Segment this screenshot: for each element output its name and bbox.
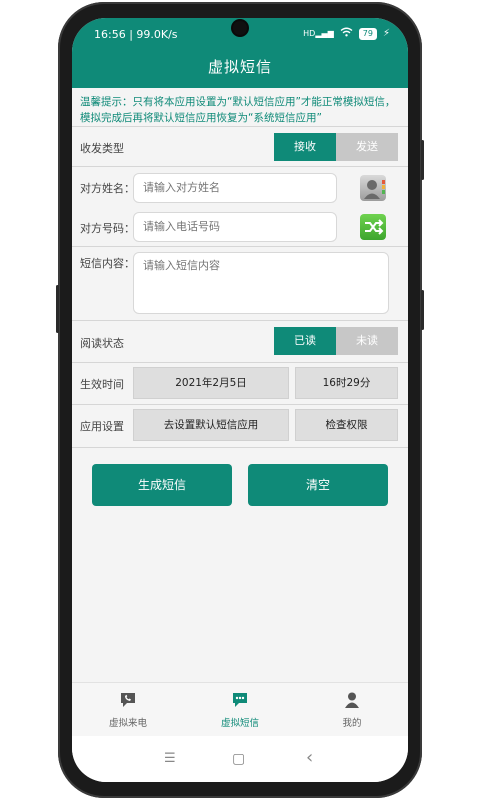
- battery-icon: 79: [358, 27, 377, 40]
- tab-virtual-call[interactable]: 虚拟来电: [88, 691, 168, 729]
- chat-phone-icon: [88, 691, 168, 712]
- settings-label: 应用设置: [80, 420, 124, 433]
- send-toggle[interactable]: 发送: [336, 133, 398, 161]
- volume-button: [421, 140, 424, 180]
- generate-sms-button[interactable]: 生成短信: [92, 464, 232, 506]
- direction-label: 收发类型: [80, 142, 124, 155]
- unread-toggle[interactable]: 未读: [336, 327, 398, 355]
- wifi-icon: [340, 27, 353, 40]
- bottom-navigation: 虚拟来电 虚拟短信 我的: [72, 682, 408, 737]
- settings-row: 应用设置 去设置默认短信应用 检查权限: [72, 404, 408, 448]
- phone-screen: 16:56 | 99.0K/s HD▂▄▆ 79 ⚡ 虚拟短信 温馨提示：只有将…: [72, 18, 408, 782]
- content-label: 短信内容：: [80, 257, 135, 270]
- charging-icon: ⚡: [382, 28, 390, 39]
- message-icon: [200, 691, 280, 712]
- receive-toggle[interactable]: 接收: [274, 133, 336, 161]
- set-default-sms-button[interactable]: 去设置默认短信应用: [133, 409, 289, 441]
- check-permission-button[interactable]: 检查权限: [295, 409, 398, 441]
- tab-label: 虚拟短信: [220, 718, 259, 729]
- clear-button[interactable]: 清空: [248, 464, 388, 506]
- tip-text: 温馨提示：只有将本应用设置为“默认短信应用”才能正常模拟短信，模拟完成后再将默认…: [80, 96, 396, 124]
- front-camera: [233, 21, 247, 35]
- status-time: 16:56 | 99.0K/s: [94, 28, 178, 41]
- phone-label: 对方号码：: [80, 222, 135, 235]
- time-button[interactable]: 16时29分: [295, 367, 398, 399]
- content-row: 短信内容：: [72, 246, 408, 319]
- tab-virtual-sms[interactable]: 虚拟短信: [200, 691, 280, 729]
- side-key: [56, 285, 59, 333]
- phone-input[interactable]: [133, 212, 337, 242]
- system-navigation-bar: ☰ ▢ ‹: [72, 736, 408, 782]
- back-icon[interactable]: ‹: [306, 747, 313, 768]
- menu-icon[interactable]: ☰: [164, 751, 176, 766]
- shuffle-icon[interactable]: [360, 214, 386, 240]
- home-icon[interactable]: ▢: [232, 751, 245, 767]
- signal-icon: HD▂▄▆: [303, 29, 334, 38]
- tab-label: 我的: [342, 718, 362, 729]
- read-status-row: 阅读状态 已读 未读: [72, 320, 408, 361]
- tab-mine[interactable]: 我的: [312, 691, 392, 729]
- person-icon: [312, 691, 392, 712]
- status-bar: 16:56 | 99.0K/s HD▂▄▆ 79 ⚡: [72, 18, 408, 50]
- read-status-label: 阅读状态: [80, 337, 124, 350]
- content-input[interactable]: [133, 252, 389, 314]
- status-icons: HD▂▄▆ 79 ⚡: [303, 27, 390, 40]
- time-row: 生效时间 2021年2月5日 16时29分: [72, 362, 408, 403]
- page-title: 虚拟短信: [207, 58, 272, 76]
- app-header: 16:56 | 99.0K/s HD▂▄▆ 79 ⚡ 虚拟短信: [72, 18, 408, 88]
- name-input[interactable]: [133, 173, 337, 203]
- contact-section: 对方姓名： 对方号码：: [72, 166, 408, 247]
- tab-label: 虚拟来电: [108, 718, 147, 729]
- time-label: 生效时间: [80, 378, 124, 391]
- direction-row: 收发类型 接收 发送: [72, 126, 408, 167]
- read-toggle[interactable]: 已读: [274, 327, 336, 355]
- date-button[interactable]: 2021年2月5日: [133, 367, 289, 399]
- name-label: 对方姓名：: [80, 182, 135, 195]
- contacts-icon[interactable]: [360, 175, 386, 201]
- power-button: [421, 290, 424, 330]
